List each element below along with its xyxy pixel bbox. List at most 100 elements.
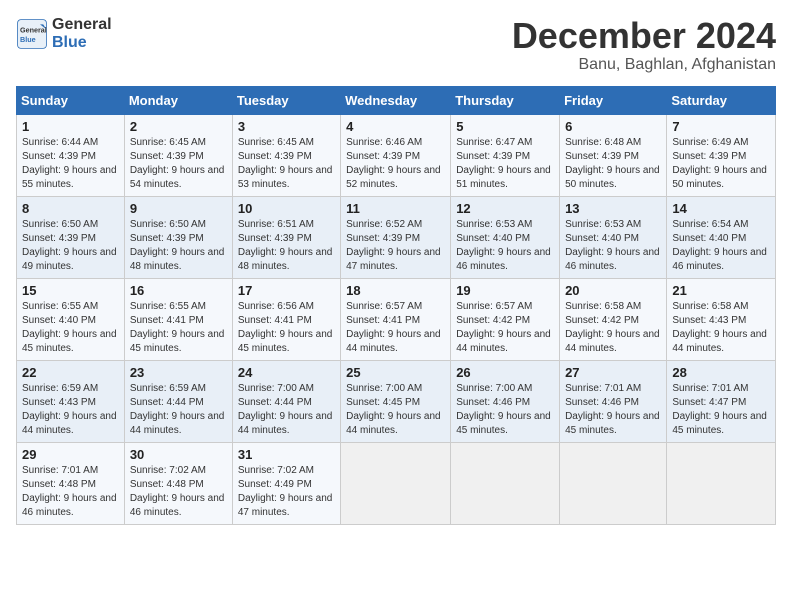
- day-detail: Sunrise: 6:53 AM Sunset: 4:40 PM Dayligh…: [565, 219, 660, 272]
- day-number: 2: [130, 119, 227, 134]
- header-thursday: Thursday: [451, 86, 560, 114]
- table-row: 8 Sunrise: 6:50 AM Sunset: 4:39 PM Dayli…: [17, 196, 125, 278]
- day-number: 3: [238, 119, 335, 134]
- table-row: 4 Sunrise: 6:46 AM Sunset: 4:39 PM Dayli…: [341, 114, 451, 196]
- day-detail: Sunrise: 6:57 AM Sunset: 4:42 PM Dayligh…: [456, 301, 551, 354]
- table-row: 18 Sunrise: 6:57 AM Sunset: 4:41 PM Dayl…: [341, 278, 451, 360]
- table-row: 11 Sunrise: 6:52 AM Sunset: 4:39 PM Dayl…: [341, 196, 451, 278]
- day-detail: Sunrise: 6:59 AM Sunset: 4:43 PM Dayligh…: [22, 383, 117, 436]
- table-row: 6 Sunrise: 6:48 AM Sunset: 4:39 PM Dayli…: [560, 114, 667, 196]
- day-number: 5: [456, 119, 554, 134]
- day-number: 28: [672, 365, 770, 380]
- day-detail: Sunrise: 6:46 AM Sunset: 4:39 PM Dayligh…: [346, 137, 441, 190]
- day-detail: Sunrise: 6:55 AM Sunset: 4:40 PM Dayligh…: [22, 301, 117, 354]
- day-detail: Sunrise: 6:50 AM Sunset: 4:39 PM Dayligh…: [130, 219, 225, 272]
- table-row: [341, 442, 451, 524]
- day-detail: Sunrise: 6:49 AM Sunset: 4:39 PM Dayligh…: [672, 137, 767, 190]
- table-row: 2 Sunrise: 6:45 AM Sunset: 4:39 PM Dayli…: [124, 114, 232, 196]
- calendar-week-row: 8 Sunrise: 6:50 AM Sunset: 4:39 PM Dayli…: [17, 196, 776, 278]
- header-sunday: Sunday: [17, 86, 125, 114]
- day-detail: Sunrise: 7:01 AM Sunset: 4:47 PM Dayligh…: [672, 383, 767, 436]
- table-row: [667, 442, 776, 524]
- days-header-row: Sunday Monday Tuesday Wednesday Thursday…: [17, 86, 776, 114]
- table-row: 13 Sunrise: 6:53 AM Sunset: 4:40 PM Dayl…: [560, 196, 667, 278]
- svg-text:General: General: [20, 25, 47, 34]
- day-detail: Sunrise: 6:53 AM Sunset: 4:40 PM Dayligh…: [456, 219, 551, 272]
- day-detail: Sunrise: 6:57 AM Sunset: 4:41 PM Dayligh…: [346, 301, 441, 354]
- day-detail: Sunrise: 6:55 AM Sunset: 4:41 PM Dayligh…: [130, 301, 225, 354]
- logo-general: General: [52, 16, 112, 34]
- table-row: 10 Sunrise: 6:51 AM Sunset: 4:39 PM Dayl…: [232, 196, 340, 278]
- day-detail: Sunrise: 6:58 AM Sunset: 4:42 PM Dayligh…: [565, 301, 660, 354]
- day-number: 22: [22, 365, 119, 380]
- table-row: 7 Sunrise: 6:49 AM Sunset: 4:39 PM Dayli…: [667, 114, 776, 196]
- logo-icon: General Blue: [16, 18, 48, 50]
- table-row: [560, 442, 667, 524]
- day-number: 26: [456, 365, 554, 380]
- day-detail: Sunrise: 6:56 AM Sunset: 4:41 PM Dayligh…: [238, 301, 333, 354]
- table-row: 27 Sunrise: 7:01 AM Sunset: 4:46 PM Dayl…: [560, 360, 667, 442]
- day-detail: Sunrise: 7:00 AM Sunset: 4:44 PM Dayligh…: [238, 383, 333, 436]
- day-detail: Sunrise: 6:45 AM Sunset: 4:39 PM Dayligh…: [238, 137, 333, 190]
- day-detail: Sunrise: 6:54 AM Sunset: 4:40 PM Dayligh…: [672, 219, 767, 272]
- day-detail: Sunrise: 6:52 AM Sunset: 4:39 PM Dayligh…: [346, 219, 441, 272]
- day-detail: Sunrise: 6:48 AM Sunset: 4:39 PM Dayligh…: [565, 137, 660, 190]
- day-number: 14: [672, 201, 770, 216]
- table-row: 20 Sunrise: 6:58 AM Sunset: 4:42 PM Dayl…: [560, 278, 667, 360]
- day-number: 24: [238, 365, 335, 380]
- table-row: 12 Sunrise: 6:53 AM Sunset: 4:40 PM Dayl…: [451, 196, 560, 278]
- day-number: 8: [22, 201, 119, 216]
- table-row: 25 Sunrise: 7:00 AM Sunset: 4:45 PM Dayl…: [341, 360, 451, 442]
- table-row: 29 Sunrise: 7:01 AM Sunset: 4:48 PM Dayl…: [17, 442, 125, 524]
- header-saturday: Saturday: [667, 86, 776, 114]
- day-detail: Sunrise: 6:45 AM Sunset: 4:39 PM Dayligh…: [130, 137, 225, 190]
- day-detail: Sunrise: 7:00 AM Sunset: 4:46 PM Dayligh…: [456, 383, 551, 436]
- day-detail: Sunrise: 6:47 AM Sunset: 4:39 PM Dayligh…: [456, 137, 551, 190]
- calendar-week-row: 1 Sunrise: 6:44 AM Sunset: 4:39 PM Dayli…: [17, 114, 776, 196]
- day-number: 20: [565, 283, 661, 298]
- calendar-title: December 2024: [512, 16, 776, 56]
- day-number: 16: [130, 283, 227, 298]
- table-row: 30 Sunrise: 7:02 AM Sunset: 4:48 PM Dayl…: [124, 442, 232, 524]
- header-wednesday: Wednesday: [341, 86, 451, 114]
- table-row: 3 Sunrise: 6:45 AM Sunset: 4:39 PM Dayli…: [232, 114, 340, 196]
- header-tuesday: Tuesday: [232, 86, 340, 114]
- day-detail: Sunrise: 7:00 AM Sunset: 4:45 PM Dayligh…: [346, 383, 441, 436]
- day-number: 31: [238, 447, 335, 462]
- table-row: 24 Sunrise: 7:00 AM Sunset: 4:44 PM Dayl…: [232, 360, 340, 442]
- day-number: 29: [22, 447, 119, 462]
- day-detail: Sunrise: 6:51 AM Sunset: 4:39 PM Dayligh…: [238, 219, 333, 272]
- logo: General Blue General Blue: [16, 16, 112, 51]
- day-number: 23: [130, 365, 227, 380]
- day-detail: Sunrise: 6:44 AM Sunset: 4:39 PM Dayligh…: [22, 137, 117, 190]
- calendar-week-row: 29 Sunrise: 7:01 AM Sunset: 4:48 PM Dayl…: [17, 442, 776, 524]
- day-number: 7: [672, 119, 770, 134]
- table-row: 16 Sunrise: 6:55 AM Sunset: 4:41 PM Dayl…: [124, 278, 232, 360]
- header: General Blue General Blue December 2024 …: [16, 16, 776, 74]
- day-detail: Sunrise: 6:50 AM Sunset: 4:39 PM Dayligh…: [22, 219, 117, 272]
- day-number: 6: [565, 119, 661, 134]
- day-number: 13: [565, 201, 661, 216]
- table-row: 14 Sunrise: 6:54 AM Sunset: 4:40 PM Dayl…: [667, 196, 776, 278]
- day-number: 4: [346, 119, 445, 134]
- day-number: 9: [130, 201, 227, 216]
- calendar-table: Sunday Monday Tuesday Wednesday Thursday…: [16, 86, 776, 525]
- day-detail: Sunrise: 7:01 AM Sunset: 4:46 PM Dayligh…: [565, 383, 660, 436]
- table-row: 19 Sunrise: 6:57 AM Sunset: 4:42 PM Dayl…: [451, 278, 560, 360]
- day-number: 15: [22, 283, 119, 298]
- day-number: 17: [238, 283, 335, 298]
- calendar-subtitle: Banu, Baghlan, Afghanistan: [512, 56, 776, 74]
- table-row: 9 Sunrise: 6:50 AM Sunset: 4:39 PM Dayli…: [124, 196, 232, 278]
- table-row: [451, 442, 560, 524]
- header-friday: Friday: [560, 86, 667, 114]
- day-number: 10: [238, 201, 335, 216]
- day-number: 30: [130, 447, 227, 462]
- day-number: 12: [456, 201, 554, 216]
- table-row: 22 Sunrise: 6:59 AM Sunset: 4:43 PM Dayl…: [17, 360, 125, 442]
- table-row: 26 Sunrise: 7:00 AM Sunset: 4:46 PM Dayl…: [451, 360, 560, 442]
- day-number: 18: [346, 283, 445, 298]
- day-number: 21: [672, 283, 770, 298]
- day-detail: Sunrise: 7:02 AM Sunset: 4:48 PM Dayligh…: [130, 465, 225, 518]
- svg-text:Blue: Blue: [20, 35, 36, 44]
- day-number: 1: [22, 119, 119, 134]
